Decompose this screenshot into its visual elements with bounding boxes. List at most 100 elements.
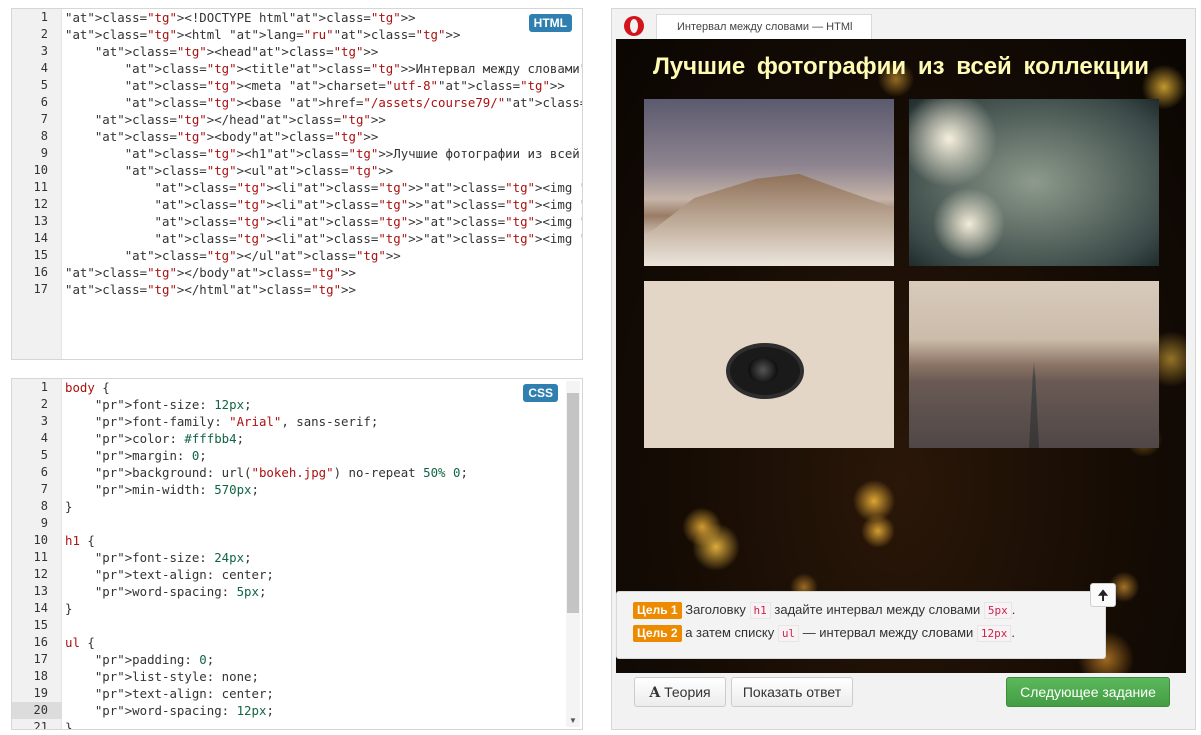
code-text[interactable]: "pr">padding: 0; [65, 651, 214, 668]
code-line[interactable]: 19 "pr">text-align: center; [12, 685, 582, 702]
code-text[interactable]: "pr">list-style: none; [65, 668, 259, 685]
code-line[interactable]: 17 "at">class="tg"></html"at">class="tg">… [12, 281, 582, 298]
code-text[interactable]: "at">class="tg"></html"at">class="tg">> [65, 281, 356, 298]
show-answer-button[interactable]: Показать ответ [731, 677, 853, 707]
code-line[interactable]: 17 "pr">padding: 0; [12, 651, 582, 668]
html-code-area[interactable]: 1 "at">class="tg"><!DOCTYPE html"at">clas… [12, 9, 582, 298]
code-line[interactable]: 2 "at">class="tg"><html "at">lang="ru""at… [12, 26, 582, 43]
code-line[interactable]: 13 "pr">word-spacing: 5px; [12, 583, 582, 600]
code-line[interactable]: 14 "at">class="tg"><li"at">class="tg">>"… [12, 230, 582, 247]
html-editor[interactable]: 1 "at">class="tg"><!DOCTYPE html"at">clas… [11, 8, 583, 360]
code-line[interactable]: 15 [12, 617, 582, 634]
code-line[interactable]: 11 "at">class="tg"><li"at">class="tg">>"… [12, 179, 582, 196]
code-line[interactable]: 18 "pr">list-style: none; [12, 668, 582, 685]
code-line[interactable]: 9 "at">class="tg"><h1"at">class="tg">>Лу… [12, 145, 582, 162]
code-text[interactable]: } [65, 498, 72, 515]
code-text[interactable]: ul { [65, 634, 95, 651]
code-text[interactable]: "pr">background: url("bokeh.jpg") no-rep… [65, 464, 468, 481]
code-text[interactable]: "pr">text-align: center; [65, 685, 274, 702]
code-text[interactable]: "pr">word-spacing: 12px; [65, 702, 274, 719]
code-text[interactable]: "pr">text-align: center; [65, 566, 274, 583]
theory-button[interactable]: A Теория [634, 677, 726, 707]
code-line[interactable]: 6 "at">class="tg"><base "at">href="/asse… [12, 94, 582, 111]
code-line[interactable]: 10 "at">class="tg"><ul"at">class="tg">> [12, 162, 582, 179]
code-text[interactable]: "pr">word-spacing: 5px; [65, 583, 267, 600]
code-line[interactable]: 14} [12, 600, 582, 617]
code-text[interactable]: "pr">font-family: "Arial", sans-serif; [65, 413, 378, 430]
code-line[interactable]: 3 "at">class="tg"><head"at">class="tg">> [12, 43, 582, 60]
code-text[interactable]: "pr">font-size: 12px; [65, 396, 252, 413]
line-number: 13 [33, 214, 48, 228]
code-line[interactable]: 10 h1 { [12, 532, 582, 549]
camera-lens-shape [726, 343, 804, 399]
code-text[interactable]: } [65, 600, 72, 617]
code-text[interactable]: "at">class="tg"></body"at">class="tg">> [65, 264, 356, 281]
code-text[interactable]: "pr">min-width: 570px; [65, 481, 259, 498]
code-line[interactable]: 7 "pr">min-width: 570px; [12, 481, 582, 498]
line-number: 5 [40, 448, 48, 462]
code-line[interactable]: 4 "at">class="tg"><title"at">class="tg">… [12, 60, 582, 77]
code-text[interactable]: "at">class="tg"></ul"at">class="tg">> [65, 247, 401, 264]
code-line[interactable]: 16 ul { [12, 634, 582, 651]
code-line[interactable]: 2 "pr">font-size: 12px; [12, 396, 582, 413]
code-text[interactable]: "at">class="tg"><!DOCTYPE html"at">class… [65, 9, 416, 26]
code-text[interactable]: "pr">margin: 0; [65, 447, 207, 464]
code-line[interactable]: 12 "at">class="tg"><li"at">class="tg">>"… [12, 196, 582, 213]
code-text[interactable]: "at">class="tg"><head"at">class="tg">> [65, 43, 379, 60]
scroll-down-arrow-icon[interactable]: ▼ [566, 715, 580, 727]
code-text[interactable]: "at">class="tg"><li"at">class="tg">>"at"… [65, 213, 582, 230]
code-text[interactable]: "at">class="tg"><body"at">class="tg">> [65, 128, 379, 145]
code-line[interactable]: 5 "at">class="tg"><meta "at">charset="ut… [12, 77, 582, 94]
code-line[interactable]: 8} [12, 498, 582, 515]
code-text[interactable]: "at">class="tg"><ul"at">class="tg">> [65, 162, 394, 179]
code-line[interactable]: 11 "pr">font-size: 24px; [12, 549, 582, 566]
line-number: 9 [40, 516, 48, 530]
css-editor[interactable]: 1 body {2 "pr">font-size: 12px; 3 "pr">fon… [11, 378, 583, 730]
code-line[interactable]: 15 "at">class="tg"></ul"at">class="tg">> [12, 247, 582, 264]
line-number: 7 [40, 112, 48, 126]
code-line[interactable]: 3 "pr">font-family: "Arial", sans-serif; [12, 413, 582, 430]
code-text[interactable]: "at">class="tg"><html "at">lang="ru""at"… [65, 26, 460, 43]
code-line[interactable]: 20 "pr">word-spacing: 12px; [12, 702, 582, 719]
code-line[interactable]: 21} [12, 719, 582, 729]
code-text[interactable]: "at">class="tg"><li"at">class="tg">>"at"… [65, 179, 582, 196]
code-text[interactable]: "at">class="tg"><meta "at">charset="utf-… [65, 77, 565, 94]
code-text[interactable]: h1 { [65, 532, 95, 549]
line-number: 8 [40, 129, 48, 143]
task-code: 12px [976, 625, 1012, 642]
code-line[interactable]: 7 "at">class="tg"></head"at">class="tg">… [12, 111, 582, 128]
collapse-tasks-button[interactable]: 🠉 [1090, 583, 1116, 607]
code-line[interactable]: 12 "pr">text-align: center; [12, 566, 582, 583]
task-2: Цель 2 а затем списку ul — интервал межд… [633, 622, 1089, 645]
code-text[interactable]: "at">class="tg"><li"at">class="tg">>"at"… [65, 230, 582, 247]
css-code-area[interactable]: 1 body {2 "pr">font-size: 12px; 3 "pr">fon… [12, 379, 582, 729]
code-line[interactable]: 1 body { [12, 379, 582, 396]
code-text[interactable]: "at">class="tg"><h1"at">class="tg">>Лучш… [65, 145, 582, 162]
code-line[interactable]: 1 "at">class="tg"><!DOCTYPE html"at">clas… [12, 9, 582, 26]
line-number: 2 [40, 397, 48, 411]
code-line[interactable]: 8 "at">class="tg"><body"at">class="tg">> [12, 128, 582, 145]
code-text[interactable]: body { [65, 379, 110, 396]
code-line[interactable]: 9 [12, 515, 582, 532]
code-line[interactable]: 16 "at">class="tg"></body"at">class="tg">… [12, 264, 582, 281]
code-text[interactable]: "at">class="tg"></head"at">class="tg">> [65, 111, 386, 128]
code-line[interactable]: 4 "pr">color: #fffbb4; [12, 430, 582, 447]
scrollbar-thumb[interactable] [567, 393, 579, 613]
code-text[interactable]: "at">class="tg"><li"at">class="tg">>"at"… [65, 196, 582, 213]
code-text[interactable]: } [65, 719, 72, 729]
code-line[interactable]: 6 "pr">background: url("bokeh.jpg") no-r… [12, 464, 582, 481]
line-number: 11 [33, 180, 48, 194]
code-line[interactable]: 5 "pr">margin: 0; [12, 447, 582, 464]
task-text: Заголовку [685, 602, 746, 617]
code-text[interactable]: "at">class="tg"><base "at">href="/assets… [65, 94, 582, 111]
code-text[interactable]: "at">class="tg"><title"at">class="tg">>И… [65, 60, 582, 77]
code-line[interactable]: 13 "at">class="tg"><li"at">class="tg">>"… [12, 213, 582, 230]
theory-icon: A [649, 685, 661, 701]
code-text[interactable]: "pr">color: #fffbb4; [65, 430, 244, 447]
line-number: 1 [40, 380, 48, 394]
task-text: . [1011, 602, 1016, 617]
browser-tab[interactable]: Интервал между словами — HTMl [656, 14, 872, 40]
code-text[interactable]: "pr">font-size: 24px; [65, 549, 252, 566]
css-editor-scrollbar[interactable]: ▼ [566, 381, 580, 727]
next-task-button[interactable]: Следующее задание [1006, 677, 1170, 707]
